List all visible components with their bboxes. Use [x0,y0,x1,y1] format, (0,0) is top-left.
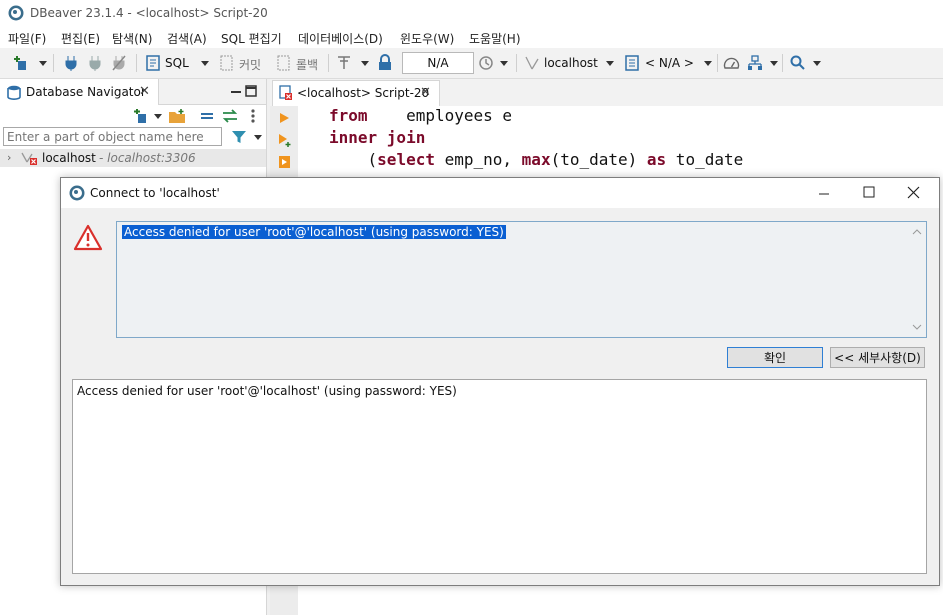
dbeaver-logo-icon [69,185,85,201]
rollback-label[interactable]: 롤백 [296,56,318,73]
schema-dropdown-icon[interactable] [704,61,712,66]
transaction-counter-field[interactable]: N/A [402,52,474,74]
navigator-filter-input[interactable] [3,127,222,146]
panels-layout-icon[interactable] [747,55,763,71]
search-dropdown-icon[interactable] [813,61,821,66]
view-menu-icon[interactable] [249,108,257,124]
sql-button-label[interactable]: SQL [165,56,189,70]
active-connection-label[interactable]: localhost [544,56,598,70]
menu-navigate[interactable]: 탐색(N) [112,30,152,47]
filter-dropdown-icon[interactable] [254,135,262,140]
menu-sql-editor[interactable]: SQL 편집기 [221,30,282,47]
dialog-close-icon[interactable] [907,186,920,199]
execute-script-icon[interactable] [278,155,291,169]
dialog-maximize-icon[interactable] [863,186,875,198]
transaction-mode-dropdown-icon[interactable] [361,61,369,66]
new-connection-icon[interactable] [12,55,30,71]
invalidate-reconnect-icon[interactable] [88,55,102,71]
menu-help[interactable]: 도움말(H) [469,30,521,47]
execute-in-new-tab-icon[interactable] [278,133,292,147]
rollback-icon[interactable] [277,55,291,71]
commit-icon[interactable] [220,55,234,71]
code-line-1: from employees e [329,106,513,125]
maximize-panel-icon[interactable] [245,85,257,97]
menu-window[interactable]: 윈도우(W) [400,30,454,47]
window-titlebar: DBeaver 23.1.4 - <localhost> Script-20 [0,0,943,26]
menu-edit[interactable]: 편집(E) [61,30,100,47]
error-details-area[interactable]: Access denied for user 'root'@'localhost… [72,379,927,574]
error-message-text[interactable]: Access denied for user 'root'@'localhost… [122,225,506,239]
connect-error-dialog: Connect to 'localhost' Access denied for… [60,177,940,586]
menu-database[interactable]: 데이터베이스(D) [298,30,383,47]
minimize-panel-icon[interactable] [230,86,242,98]
menu-file[interactable]: 파일(F) [8,30,46,47]
tab-database-navigator-label: Database Navigator [26,85,146,99]
close-tab-icon[interactable]: ✕ [420,85,431,100]
window-title: DBeaver 23.1.4 - <localhost> Script-20 [30,6,268,20]
link-with-editor-icon[interactable] [221,108,239,124]
code-line-2: inner join [329,128,426,147]
dashboard-gauge-icon[interactable] [723,55,740,71]
panels-dropdown-icon[interactable] [770,61,778,66]
dbeaver-logo-icon [8,5,24,21]
error-message-box[interactable]: Access denied for user 'root'@'localhost… [116,221,927,338]
connection-selector-icon[interactable] [524,55,540,71]
schema-selector-icon[interactable] [625,55,639,71]
sql-editor-icon[interactable] [146,55,160,71]
commit-label[interactable]: 커밋 [239,56,261,73]
sql-script-error-icon [279,85,292,100]
scroll-down-icon[interactable] [912,323,922,331]
new-connection-dropdown-icon[interactable] [39,61,47,66]
close-icon[interactable]: ✕ [139,84,150,99]
menu-bar: 파일(F) 편집(E) 탐색(N) 검색(A) SQL 편집기 데이터베이스(D… [0,26,943,48]
history-dropdown-icon[interactable] [500,61,508,66]
database-navigator-icon [7,85,21,100]
details-toggle-button[interactable]: << 세부사항(D) [830,347,925,368]
menu-search[interactable]: 검색(A) [167,30,207,47]
connection-dropdown-icon[interactable] [606,61,614,66]
editor-tab-label: <localhost> Script-20 [297,86,430,100]
error-details-text: Access denied for user 'root'@'localhost… [77,384,457,398]
new-folder-icon[interactable] [168,108,186,124]
history-icon[interactable] [478,55,494,71]
sql-dropdown-icon[interactable] [201,61,209,66]
active-schema-label[interactable]: < N/A > [645,56,694,70]
ok-button[interactable]: 확인 [727,347,823,368]
scroll-up-icon[interactable] [912,228,922,236]
collapse-all-icon[interactable] [199,110,215,122]
disconnect-icon[interactable] [112,55,126,71]
dialog-minimize-icon[interactable] [818,188,830,200]
code-line-3: (select emp_no, max(to_date) as to_date [329,150,744,169]
filter-icon[interactable] [231,129,247,145]
connect-icon[interactable] [64,55,78,71]
expand-chevron-icon[interactable]: › [7,151,11,164]
mysql-connection-icon [21,152,37,165]
tree-item-detail: - localhost:3306 [99,151,196,165]
navigator-new-connection-icon[interactable] [133,108,149,124]
execute-statement-icon[interactable] [278,112,290,124]
search-icon[interactable] [790,55,806,71]
dialog-title: Connect to 'localhost' [90,186,220,200]
navigator-new-dropdown-icon[interactable] [154,114,162,119]
transaction-mode-icon[interactable] [336,55,352,71]
lock-icon[interactable] [378,54,392,71]
warning-icon [73,224,103,251]
tree-item-label[interactable]: localhost [42,151,96,165]
